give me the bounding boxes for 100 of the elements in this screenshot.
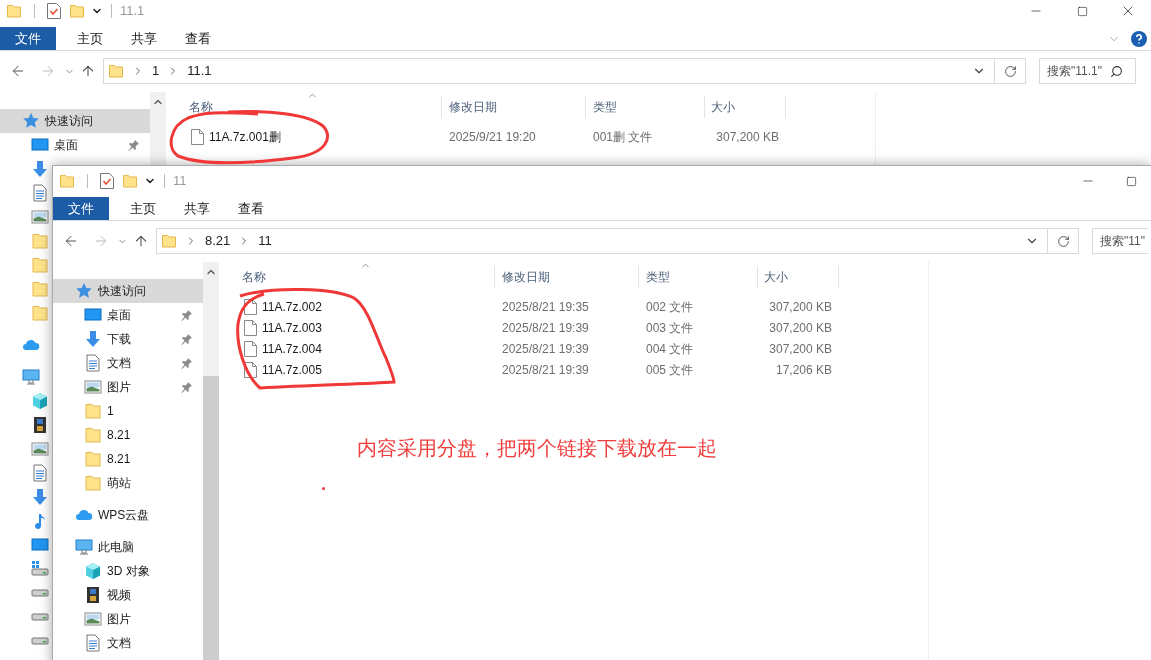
nav-scrollbar[interactable] — [203, 262, 219, 660]
file-name[interactable]: 11A.7z.001删 — [209, 127, 281, 146]
nav-item[interactable]: 桌面 — [0, 133, 150, 157]
desktop-icon — [84, 306, 102, 324]
folder-icon — [6, 3, 22, 19]
ribbon-tab[interactable]: 查看 — [231, 197, 271, 220]
nav-item[interactable]: 文档 — [53, 631, 203, 655]
search-field[interactable]: 搜索"11" — [1092, 228, 1148, 254]
nav-item[interactable]: 视频 — [53, 583, 203, 607]
column-header[interactable]: 名称 — [219, 266, 495, 288]
file-type-cell-text: 002 文件 — [645, 298, 695, 316]
computer-icon — [22, 368, 40, 386]
film-icon — [31, 416, 49, 434]
pin-icon — [181, 357, 193, 369]
nav-item[interactable]: 快速访问 — [0, 109, 150, 133]
nav-item[interactable]: 图片 — [53, 375, 203, 399]
back-icon[interactable] — [10, 63, 26, 79]
computer-icon — [75, 538, 93, 556]
ribbon-tab[interactable]: 查看 — [178, 27, 218, 50]
file-name[interactable]: 11A.7z.002 — [262, 297, 322, 316]
folder-icon — [84, 426, 102, 444]
nav-item[interactable]: 文档 — [53, 351, 203, 375]
picture-icon — [31, 440, 49, 458]
folder-icon — [84, 402, 102, 420]
ribbon-tab[interactable]: 主页 — [123, 197, 163, 220]
document-icon — [84, 354, 102, 372]
file-size-cell-text: 307,200 KB — [768, 340, 832, 358]
file-menu-tab[interactable]: 文件 — [53, 197, 109, 220]
nav-item[interactable]: 下载 — [53, 327, 203, 351]
refresh-button[interactable] — [995, 58, 1026, 84]
file-type-cell-text: 005 文件 — [645, 361, 695, 379]
ribbon-tab[interactable]: 主页 — [70, 27, 110, 50]
refresh-button[interactable] — [1048, 228, 1079, 254]
nav-item[interactable]: 桌面 — [53, 303, 203, 327]
modified-date-cell-text: 2025/8/21 19:39 — [501, 361, 590, 379]
file-name[interactable]: 11A.7z.005 — [262, 360, 322, 379]
breadcrumb[interactable]: 11.1 — [187, 61, 212, 81]
column-header[interactable]: 名称 — [166, 96, 442, 118]
nav-item[interactable]: 1 — [53, 399, 203, 423]
file-size-cell-text: 307,200 KB — [768, 298, 832, 316]
column-header[interactable]: 大小 — [705, 96, 786, 118]
column-header[interactable]: 类型 — [639, 266, 758, 288]
help-icon[interactable] — [1131, 30, 1147, 47]
nav-item[interactable]: 3D 对象 — [53, 559, 203, 583]
drive-icon — [31, 613, 49, 621]
new-folder-icon — [122, 173, 138, 189]
download-icon — [84, 330, 102, 348]
column-header[interactable]: 修改日期 — [495, 266, 639, 288]
star-icon — [75, 282, 93, 300]
document-icon — [31, 464, 49, 482]
folder-icon — [31, 256, 49, 274]
desktop-icon — [31, 536, 49, 554]
file-name[interactable]: 11A.7z.003 — [262, 318, 322, 337]
drive-icon — [31, 637, 49, 645]
cube-icon — [84, 562, 102, 580]
scroll-thumb[interactable] — [203, 376, 219, 660]
drive-icon — [31, 589, 49, 597]
back-icon[interactable] — [63, 233, 79, 249]
breadcrumb[interactable]: 1 — [152, 61, 160, 81]
modified-date-cell-text: 2025/9/21 19:20 — [448, 128, 537, 146]
nav-item[interactable]: 萌站 — [53, 471, 203, 495]
window-title: 11.1 — [120, 2, 145, 21]
modified-date-cell-text: 2025/8/21 19:35 — [501, 298, 590, 316]
up-icon[interactable] — [133, 233, 149, 249]
maximize-icon — [1076, 5, 1088, 17]
breadcrumb[interactable]: 8.21 — [205, 231, 231, 251]
folder-icon — [31, 280, 49, 298]
file-size-cell-text: 307,200 KB — [715, 128, 779, 146]
nav-item[interactable]: 快速访问 — [53, 279, 203, 303]
system-drive-icon — [31, 560, 49, 578]
folder-icon — [84, 474, 102, 492]
nav-item[interactable]: 8.21 — [53, 423, 203, 447]
column-header[interactable]: 修改日期 — [442, 96, 586, 118]
ribbon-tab[interactable]: 共享 — [177, 197, 217, 220]
file-size-cell-text: 17,206 KB — [774, 361, 832, 379]
nav-item[interactable]: WPS云盘 — [53, 503, 203, 527]
search-icon[interactable] — [1110, 64, 1123, 78]
up-icon[interactable] — [80, 63, 96, 79]
folder-icon — [108, 63, 124, 79]
properties-icon[interactable] — [100, 173, 114, 189]
file-name[interactable]: 11A.7z.004 — [262, 339, 322, 358]
film-icon — [84, 586, 102, 604]
breadcrumb[interactable]: 11 — [258, 231, 272, 251]
search-field[interactable]: 搜索"11.1" — [1039, 58, 1136, 84]
address-bar[interactable]: 8.21 11 — [156, 228, 1048, 254]
address-bar[interactable]: 1 11.1 — [103, 58, 995, 84]
file-icon — [244, 340, 257, 357]
column-header[interactable]: 大小 — [758, 266, 839, 288]
nav-item[interactable]: 此电脑 — [53, 535, 203, 559]
picture-icon — [84, 610, 102, 628]
ribbon-tab[interactable]: 共享 — [124, 27, 164, 50]
nav-item[interactable]: 8.21 — [53, 447, 203, 471]
column-header[interactable]: 类型 — [586, 96, 705, 118]
document-icon — [84, 634, 102, 652]
maximize-icon — [1125, 175, 1137, 187]
properties-icon[interactable] — [47, 3, 61, 19]
pin-icon — [181, 309, 193, 321]
nav-item[interactable]: 图片 — [53, 607, 203, 631]
file-menu-tab[interactable]: 文件 — [0, 27, 56, 50]
folder-icon — [59, 173, 75, 189]
